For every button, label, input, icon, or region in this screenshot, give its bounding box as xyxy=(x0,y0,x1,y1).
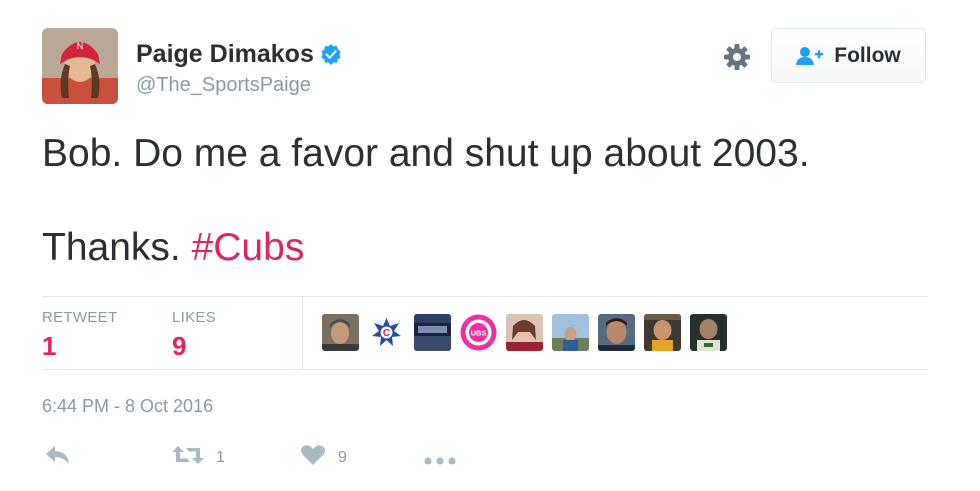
tweet-text-line2: Thanks. #Cubs xyxy=(42,222,942,274)
divider xyxy=(302,296,303,370)
like-action-count: 9 xyxy=(338,448,347,466)
liker-avatar[interactable] xyxy=(690,314,727,351)
svg-text:N: N xyxy=(77,41,84,51)
likers-avatars: C UBS xyxy=(322,314,736,351)
svg-text:C: C xyxy=(383,328,390,339)
tweet-text-line1: Bob. Do me a favor and shut up about 200… xyxy=(42,132,810,175)
tweet-timestamp[interactable]: 6:44 PM - 8 Oct 2016 xyxy=(42,396,213,417)
tweet-text-thanks: Thanks. xyxy=(42,226,181,269)
author-handle[interactable]: @The_SportsPaige xyxy=(136,74,311,97)
reply-button[interactable] xyxy=(44,444,72,471)
follow-button[interactable]: Follow xyxy=(771,28,926,83)
liker-avatar[interactable] xyxy=(598,314,635,351)
liker-avatar[interactable] xyxy=(506,314,543,351)
reply-icon xyxy=(44,444,72,471)
more-button[interactable] xyxy=(424,452,456,470)
liker-avatar[interactable] xyxy=(552,314,589,351)
follow-label: Follow xyxy=(834,43,901,67)
heart-icon xyxy=(300,444,326,471)
author-avatar[interactable]: N xyxy=(42,28,118,104)
liker-avatar[interactable] xyxy=(322,314,359,351)
retweet-icon xyxy=(172,444,204,471)
tweet-text: Bob. Do me a favor and shut up about 200… xyxy=(42,128,942,274)
gear-icon[interactable] xyxy=(722,42,752,72)
likes-stat-count[interactable]: 9 xyxy=(172,331,186,362)
divider xyxy=(42,369,928,370)
svg-text:UBS: UBS xyxy=(471,329,487,338)
likes-stat-label[interactable]: LIKES xyxy=(172,309,216,326)
author-name-row[interactable]: Paige Dimakos xyxy=(136,40,343,69)
liker-avatar[interactable] xyxy=(644,314,681,351)
divider xyxy=(42,296,928,297)
verified-icon xyxy=(319,43,343,67)
liker-avatar[interactable] xyxy=(414,314,451,351)
hashtag-link[interactable]: #Cubs xyxy=(192,226,305,269)
retweet-action-count: 1 xyxy=(216,448,225,466)
author-name[interactable]: Paige Dimakos xyxy=(136,40,314,69)
retweet-stat-label[interactable]: RETWEET xyxy=(42,309,117,326)
liker-avatar[interactable]: UBS xyxy=(460,314,497,351)
like-button[interactable]: 9 xyxy=(300,444,347,471)
retweet-stat-count[interactable]: 1 xyxy=(42,331,56,362)
follow-person-icon xyxy=(796,46,824,66)
more-icon xyxy=(424,452,456,470)
liker-avatar[interactable]: C xyxy=(368,314,405,351)
retweet-button[interactable]: 1 xyxy=(172,444,225,471)
